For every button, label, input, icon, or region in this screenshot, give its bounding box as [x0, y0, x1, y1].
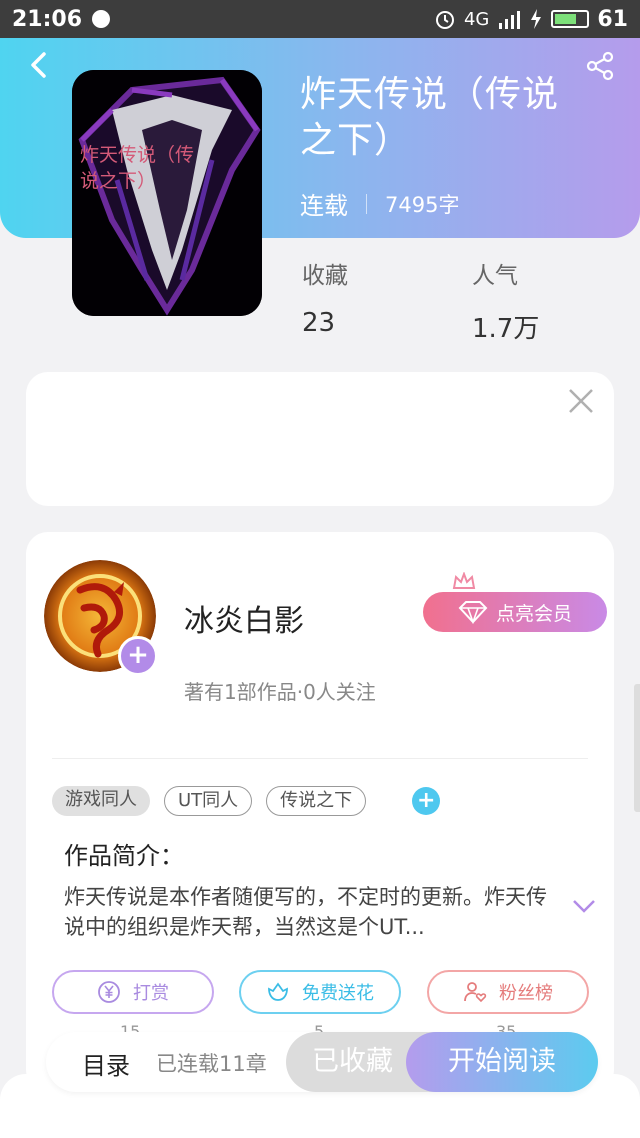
- signal-icon: [499, 11, 521, 29]
- author-card: + 冰炎白影 著有1部作品·0人关注 点亮会员 游戏同人 UT同人 传说之下 +…: [26, 532, 614, 1092]
- book-title: 炸天传说（传说之下）: [300, 74, 560, 161]
- stat-popularity-value: 1.7万: [472, 314, 540, 344]
- stat-popularity-label: 人气: [472, 263, 518, 289]
- tag-list: 游戏同人 UT同人 传说之下 +: [52, 786, 441, 816]
- serial-chapters-label[interactable]: 已连载11章: [156, 1048, 267, 1078]
- word-count: 7495字: [385, 192, 460, 217]
- toc-button[interactable]: 目录: [82, 1046, 130, 1081]
- stat-favorites-label: 收藏: [302, 263, 348, 289]
- back-icon[interactable]: [24, 50, 54, 80]
- author-name: 冰炎白影: [184, 604, 304, 639]
- tip-button[interactable]: 打赏: [52, 970, 214, 1014]
- ad-card: [26, 372, 614, 506]
- follow-author-button[interactable]: +: [118, 636, 158, 676]
- tag-item[interactable]: 游戏同人: [52, 786, 150, 816]
- battery-icon: [551, 10, 590, 28]
- chevron-down-icon[interactable]: [570, 896, 598, 916]
- network-label: 4G: [463, 8, 490, 30]
- book-meta: 连载 7495字: [300, 186, 459, 221]
- stat-favorites-value: 23: [302, 308, 336, 338]
- send-flower-label: 免费送花: [302, 983, 374, 1004]
- meta-divider: [366, 193, 367, 214]
- add-tag-button[interactable]: +: [412, 787, 441, 815]
- status-time: 21:06: [12, 6, 83, 32]
- tag-item[interactable]: 传说之下: [266, 786, 367, 816]
- flower-icon: [268, 982, 288, 1001]
- yen-coin-icon: [98, 981, 120, 1003]
- start-reading-button[interactable]: 开始阅读: [406, 1032, 598, 1092]
- divider: [52, 758, 588, 759]
- battery-level: 61: [597, 6, 628, 32]
- intro-text: 炸天传说是本作者随便写的，不定时的更新。炸天传说中的组织是炸天帮，当然这是个UT…: [64, 885, 547, 939]
- vip-button-label: 点亮会员: [495, 602, 572, 625]
- bottom-action-bar: 目录 已连载11章 已收藏 开始阅读: [46, 1032, 598, 1092]
- alarm-icon: [435, 11, 454, 29]
- tip-label: 打赏: [133, 983, 169, 1004]
- book-cover[interactable]: 炸天传说（传说之下）: [72, 70, 262, 316]
- status-bar: 21:06 4G 61: [0, 0, 640, 38]
- stat-favorites: 收藏 23: [302, 256, 348, 338]
- close-icon[interactable]: [566, 386, 596, 416]
- fan-ranking-button[interactable]: 粉丝榜: [427, 970, 589, 1014]
- user-heart-icon: [464, 982, 487, 1003]
- notification-icon: [92, 10, 111, 28]
- intro-title: 作品简介：: [64, 842, 184, 870]
- stat-popularity: 人气 1.7万: [472, 256, 539, 345]
- diamond-icon: [458, 601, 488, 624]
- vip-button[interactable]: 点亮会员: [423, 592, 607, 632]
- status-right: 4G 61: [434, 7, 628, 32]
- charging-icon: [531, 9, 542, 29]
- scrollbar[interactable]: [634, 684, 640, 812]
- author-summary: 著有1部作品·0人关注: [184, 680, 376, 704]
- book-status: 连载: [300, 192, 348, 220]
- fan-ranking-label: 粉丝榜: [499, 983, 553, 1004]
- tag-item[interactable]: UT同人: [164, 786, 253, 816]
- send-flower-button[interactable]: 免费送花: [239, 970, 401, 1014]
- cover-title: 炸天传说（传说之下）: [80, 144, 195, 192]
